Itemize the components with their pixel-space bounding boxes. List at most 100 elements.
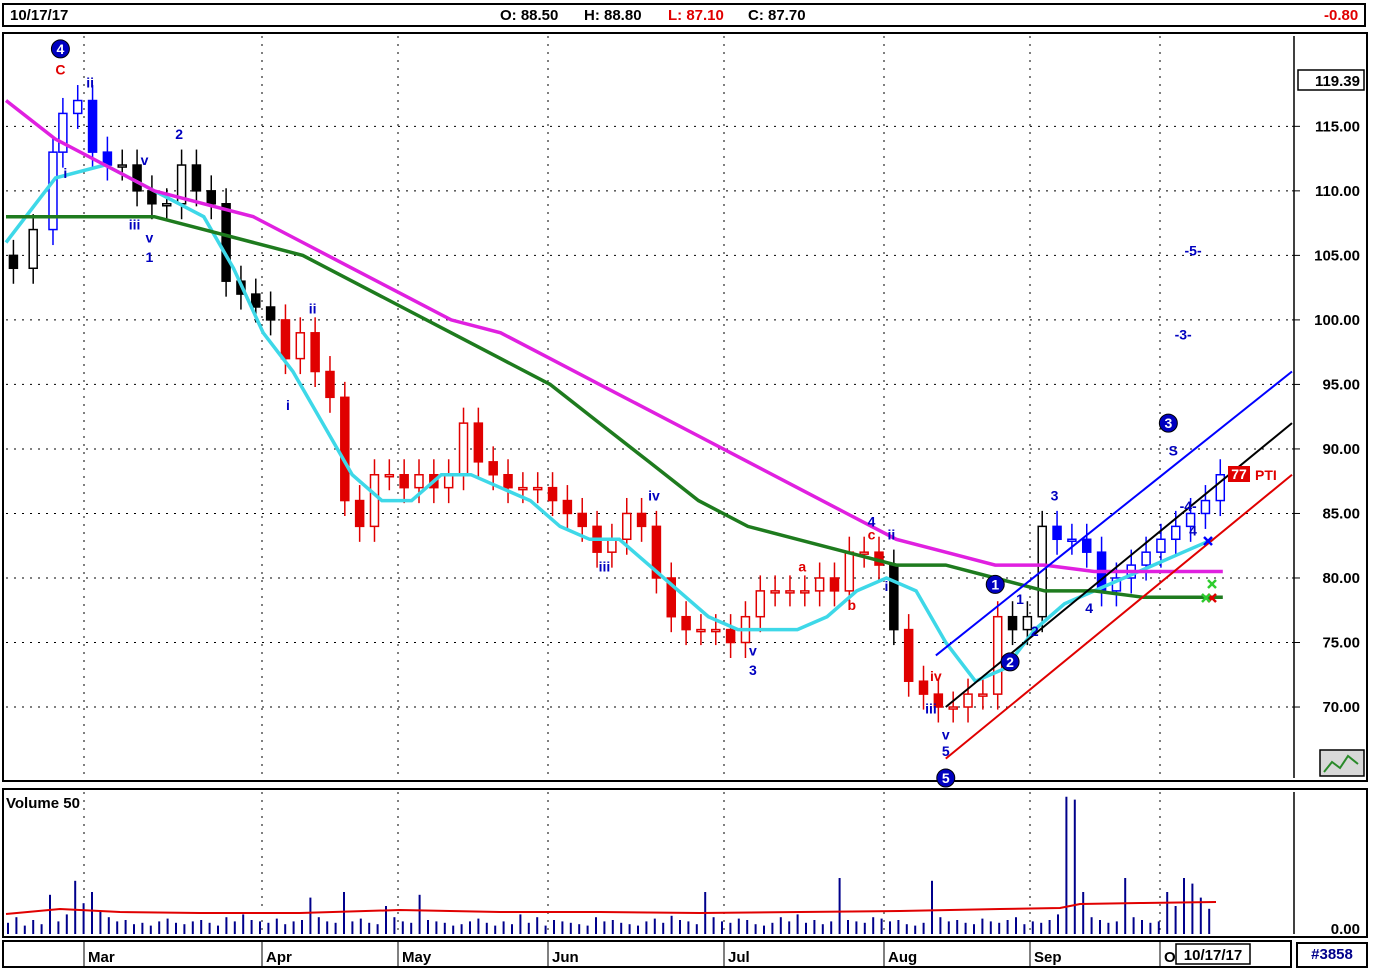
candle-23 [354,485,365,542]
wave-label-2: i [63,165,67,181]
candle-body [399,473,409,489]
candle-43 [651,510,662,594]
y-tick-label-5: 90.00 [1322,441,1360,458]
wave-label-8: ii [309,300,317,316]
wave-circle-label: 3 [1164,415,1172,431]
candle-14 [221,188,231,297]
candle-body [770,590,780,594]
candle-65 [978,678,988,710]
wave-label-12: v [749,642,757,658]
candle-body [844,551,855,592]
wave-label-29: -5- [1185,242,1202,258]
y-tick-label-0: 115.00 [1315,118,1360,135]
candle-body [1200,499,1211,515]
candle-3 [58,97,68,168]
y-tick-label-8: 75.00 [1322,635,1360,652]
wave-label-13: 3 [749,662,757,678]
volume-average-line [5,901,1217,915]
wave-label-10: iv [648,488,660,504]
candle-body [132,164,142,192]
candle-body [369,473,380,528]
candle-66 [992,601,1003,710]
candle-13 [206,175,217,220]
candle-body [1156,538,1166,553]
wave-label-22: v [942,726,950,742]
candle-42 [636,497,647,542]
volume-title: Volume 50 [6,795,80,812]
wave-circle-label: 1 [991,576,999,592]
candle-46 [696,614,706,646]
wave-label-25: 2 [1031,623,1039,639]
candle-body [711,628,721,633]
candle-63 [948,691,958,723]
month-label-2: May [402,949,432,966]
candle-body [992,615,1003,695]
candle-body [325,370,335,399]
moving-average-0 [4,163,1214,684]
price-chart-svg: Mar Apr May Jun Jul Aug Sep O115.00110.00105.00… [4,36,1365,966]
wave-label-31: -4- [1180,498,1197,514]
month-label-3: Jun [552,949,579,966]
wave-label-5: iii [129,217,141,233]
wave-label-23: 5 [942,743,950,759]
candle-body [918,680,929,695]
y-tick-label-1: 110.00 [1315,183,1360,200]
candle-body [681,615,691,631]
candle-body [87,99,98,153]
wave-label-32: 4 [1189,522,1197,538]
candle-body [829,577,840,592]
candle-31 [473,407,484,478]
candle-17 [265,291,276,336]
candle-body [1007,615,1018,631]
wave-label-7: 1 [146,249,154,265]
wave-circle-1: 5 [936,768,956,788]
month-label-5: Aug [888,949,917,966]
candle-24 [369,459,380,542]
candle-70 [1052,510,1062,555]
candle-81 [1215,459,1226,517]
candle-body [547,486,558,502]
wave-circle-label: 2 [1006,654,1014,670]
month-label-0: Mar [88,949,115,966]
candle-2 [48,136,58,246]
candle-35 [532,472,543,504]
candle-0 [8,239,19,284]
candle-body [948,706,958,710]
month-label-6: Sep [1034,949,1062,966]
wave-circle-label: 4 [57,41,65,57]
wave-label-17: c [868,526,876,542]
wave-label-19: i [884,578,888,594]
candle-72 [1081,523,1092,568]
candle-body [577,512,587,528]
candle-body [859,551,869,555]
candle-body [28,228,38,270]
moving-average-2 [4,99,1223,574]
wave-circle-4: 3 [1158,413,1178,433]
candle-body [1081,538,1092,553]
wave-label-28: S [1169,442,1178,458]
y-tick-label-9: 70.00 [1322,699,1360,716]
wave-label-3: 2 [175,126,183,142]
wave-label-30: -3- [1175,326,1192,342]
pti-label: PTI [1255,467,1277,483]
x-cursor-label: 10/17/17 [1184,947,1242,964]
candle-body [265,306,276,321]
candle-body [206,190,217,205]
candle-body [488,461,498,476]
wave-circle-0: 4 [50,39,70,59]
candle-29 [443,459,454,504]
y-tick-label-3: 100.00 [1314,312,1360,329]
wave-label-18: ii [887,526,895,542]
candle-67 [1007,601,1018,646]
candle-19 [295,317,306,375]
candle-body [1052,525,1062,541]
wave-label-1: ii [86,75,94,91]
candle-body [8,254,19,270]
candle-22 [340,381,350,517]
y-tick-label-7: 80.00 [1322,570,1360,587]
pti-value: 77 [1231,466,1247,482]
candle-body [354,499,365,528]
candle-54 [814,562,825,607]
y-tick-label-6: 85.00 [1322,505,1360,522]
candle-37 [562,485,573,529]
